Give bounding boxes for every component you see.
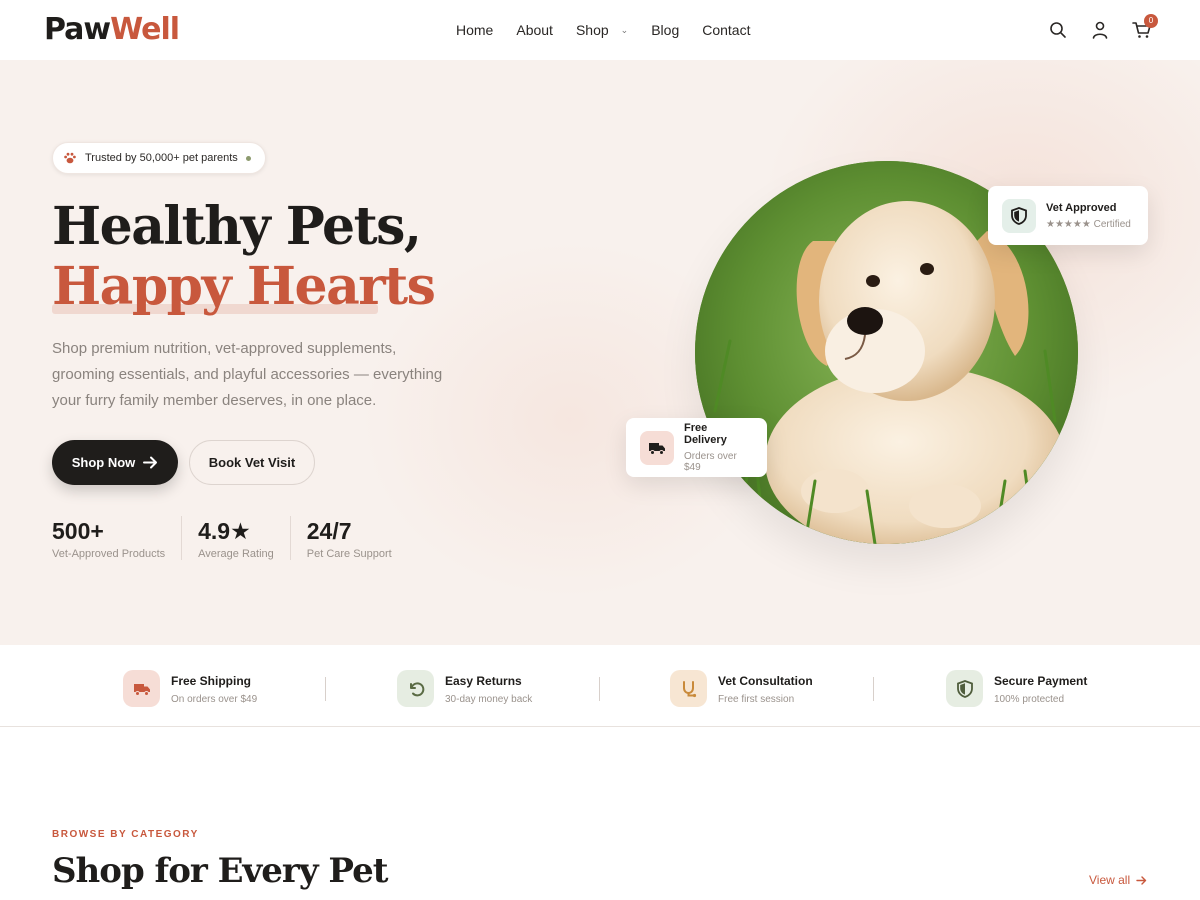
hero-section: Trusted by 50,000+ pet parents Healthy P…	[0, 60, 1200, 645]
brand-name-part2: Well	[110, 12, 180, 47]
section-title: Shop for Every Pet	[52, 851, 388, 891]
stat-item: 500+ Vet-Approved Products	[52, 516, 183, 560]
vet-card-title: Vet Approved	[1046, 201, 1117, 214]
stat-item: 4.9★ Average Rating	[198, 516, 291, 560]
truck-icon	[640, 430, 674, 465]
features-strip: Free Shipping On orders over $49 Easy Re…	[0, 645, 1200, 727]
nav-item-about[interactable]: About	[516, 20, 553, 40]
return-icon	[397, 670, 434, 707]
hero-stats: 500+ Vet-Approved Products 4.9★ Average …	[52, 516, 424, 560]
shield-icon	[1002, 198, 1036, 233]
stat-label: Vet-Approved Products	[52, 548, 166, 560]
feature-item-shipping: Free Shipping On orders over $49	[123, 670, 257, 707]
shield-icon	[946, 670, 983, 707]
stat-label: Pet Care Support	[306, 548, 392, 560]
delivery-card-title: Free Delivery	[684, 422, 727, 446]
brand-logo[interactable]: PawWell	[44, 12, 180, 48]
chevron-down-icon: ⌄	[620, 25, 629, 35]
main-nav: Home About Shop ⌄ Blog Contact	[456, 20, 773, 40]
feature-subtitle: On orders over $49	[171, 693, 258, 705]
shop-now-label: Shop Now	[71, 455, 136, 470]
trust-badge: Trusted by 50,000+ pet parents	[52, 142, 266, 174]
arrow-right-icon	[1136, 875, 1147, 885]
stat-value: 4.9★	[198, 518, 251, 544]
brand-name-part1: Paw	[44, 12, 111, 47]
vet-approved-card: Vet Approved ★★★★★ Certified	[988, 186, 1148, 245]
hero-title-line2: Happy Hearts	[52, 256, 436, 317]
feature-item-vet: Vet Consultation Free first session	[670, 670, 813, 707]
status-dot	[245, 155, 251, 161]
site-header: PawWell Home About Shop ⌄ Blog Contact 0	[0, 0, 1200, 60]
book-vet-visit-button[interactable]: Book Vet Visit	[189, 440, 315, 485]
feature-title: Vet Consultation	[718, 673, 813, 688]
truck-icon	[123, 670, 160, 707]
search-icon[interactable]	[1048, 18, 1068, 42]
cart-count-badge: 0	[1144, 14, 1158, 28]
stat-value: 500+	[52, 518, 104, 544]
vet-card-text: Vet Approved ★★★★★ Certified	[1046, 202, 1131, 230]
feature-subtitle: 100% protected	[994, 693, 1065, 705]
arrow-right-icon	[143, 456, 158, 469]
user-icon[interactable]	[1090, 18, 1110, 42]
stethoscope-icon	[670, 670, 707, 707]
shop-now-button[interactable]: Shop Now	[52, 440, 178, 485]
feature-divider	[599, 677, 600, 701]
feature-item-returns: Easy Returns 30-day money back	[397, 670, 532, 707]
view-all-label: View all	[1089, 873, 1131, 887]
vet-card-subtitle: ★★★★★ Certified	[1046, 218, 1131, 230]
stat-item: 24/7 Pet Care Support	[307, 516, 408, 560]
nav-item-contact[interactable]: Contact	[702, 20, 750, 40]
free-delivery-card: Free Delivery Orders over $49	[626, 418, 767, 477]
nav-item-shop[interactable]: Shop ⌄	[576, 20, 628, 40]
feature-divider	[325, 677, 326, 701]
feature-item-secure: Secure Payment 100% protected	[946, 670, 1087, 707]
stat-label: Average Rating	[198, 548, 274, 560]
hero-description: Shop premium nutrition, vet-approved sup…	[52, 340, 443, 409]
trust-badge-text: Trusted by 50,000+ pet parents	[85, 152, 238, 164]
nav-item-home[interactable]: Home	[456, 20, 493, 40]
hero-title-line1: Healthy Pets,	[52, 196, 422, 257]
feature-title: Free Shipping	[171, 673, 252, 688]
feature-divider	[873, 677, 874, 701]
feature-title: Easy Returns	[445, 673, 522, 688]
feature-subtitle: 30-day money back	[445, 693, 533, 705]
delivery-card-text: Free Delivery Orders over $49	[684, 422, 753, 473]
cart-icon[interactable]: 0	[1132, 14, 1158, 42]
nav-item-blog[interactable]: Blog	[651, 20, 679, 40]
feature-subtitle: Free first session	[718, 693, 795, 705]
stat-value: 24/7	[306, 518, 352, 544]
nav-item-shop-label: Shop	[575, 22, 609, 38]
delivery-card-subtitle: Orders over $49	[684, 451, 737, 473]
section-kicker: BROWSE BY CATEGORY	[52, 829, 199, 840]
header-actions: 0	[1048, 14, 1158, 42]
paw-icon	[64, 152, 76, 164]
view-all-link[interactable]: View all	[1089, 873, 1147, 887]
feature-title: Secure Payment	[994, 673, 1088, 688]
